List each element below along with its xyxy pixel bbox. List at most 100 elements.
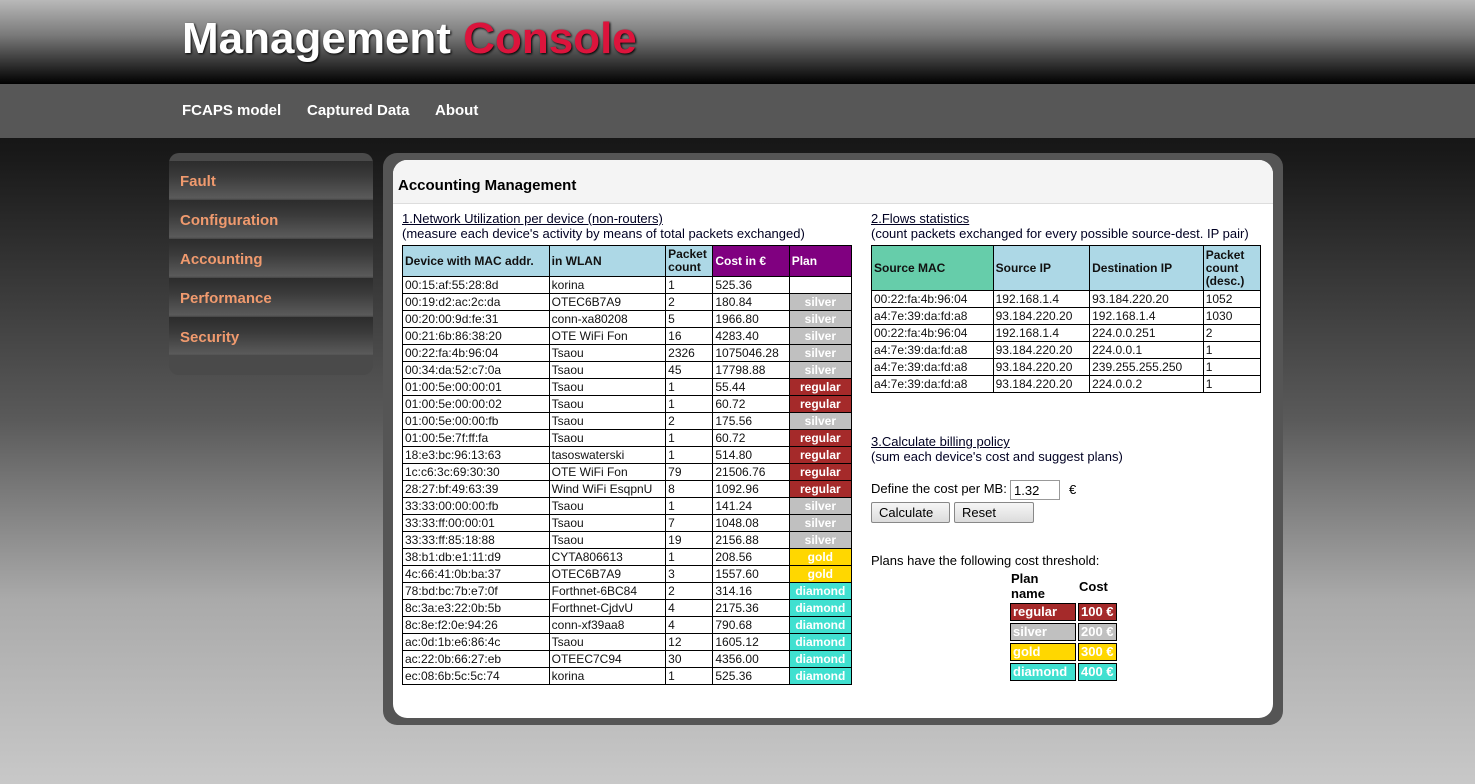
- flows-title: 2.Flows statistics: [871, 211, 970, 226]
- flows-description: (count packets exchanged for every possi…: [871, 226, 1249, 241]
- device-mac-cell: 01:00:5e:00:00:fb: [402, 412, 550, 430]
- source-ip-cell: 192.168.1.4: [992, 324, 1091, 342]
- cost-cell: 60.72: [712, 429, 790, 447]
- cost-cell: 790.68: [712, 616, 790, 634]
- device-mac-cell: 00:21:6b:86:38:20: [402, 327, 550, 345]
- sidebar-item-security[interactable]: Security: [169, 317, 373, 355]
- cost-cell: 525.36: [712, 276, 790, 294]
- nav-fcaps-model[interactable]: FCAPS model: [182, 102, 281, 119]
- site-title-main: Management: [182, 14, 451, 63]
- reset-button[interactable]: Reset: [954, 502, 1034, 523]
- packet-count-cell: 1: [665, 395, 714, 413]
- col-header-plan: Plan: [788, 245, 853, 277]
- wlan-cell: Tsaou: [548, 514, 667, 532]
- table-row: ec:08:6b:5c:5c:74 korina 1 525.36 diamond: [402, 667, 853, 685]
- table-row: a4:7e:39:da:fd:a8 93.184.220.20 224.0.0.2 1: [871, 375, 1262, 393]
- wlan-cell: korina: [548, 276, 667, 294]
- col-header-flow-packet-count: Packet count (desc.): [1202, 245, 1262, 291]
- wlan-cell: tasoswaterski: [548, 446, 667, 464]
- cost-cell: 141.24: [712, 497, 790, 515]
- cost-cell: 21506.76: [712, 463, 790, 481]
- device-mac-cell: 38:b1:db:e1:11:d9: [402, 548, 550, 566]
- sidebar-item-performance[interactable]: Performance: [169, 278, 373, 316]
- plan-cell: silver: [788, 344, 853, 362]
- cost-per-mb-input[interactable]: [1010, 480, 1060, 500]
- device-mac-cell: 78:bd:bc:7b:e7:0f: [402, 582, 550, 600]
- table-row: ac:22:0b:66:27:eb OTEEC7C94 30 4356.00 diamo…: [402, 650, 853, 668]
- cost-cell: 60.72: [712, 395, 790, 413]
- table-row: 00:20:00:9d:fe:31 conn-xa80208 5 1966.80 sil…: [402, 310, 853, 328]
- sidebar-item-label: Configuration: [180, 212, 279, 229]
- table-row: 33:33:ff:85:18:88 Tsaou 19 2156.88 silver: [402, 531, 853, 549]
- plan-row: gold 300 €: [1010, 643, 1117, 661]
- wlan-cell: Forthnet-CjdvU: [548, 599, 667, 617]
- plan-cost-cell: 200 €: [1078, 623, 1117, 641]
- source-mac-cell: a4:7e:39:da:fd:a8: [871, 341, 994, 359]
- device-mac-cell: 33:33:ff:85:18:88: [402, 531, 550, 549]
- wlan-cell: Tsaou: [548, 531, 667, 549]
- col-header-packet-count: Packet count: [665, 245, 714, 277]
- device-mac-cell: 28:27:bf:49:63:39: [402, 480, 550, 498]
- plan-cell: silver: [788, 514, 853, 532]
- table-row: 33:33:ff:00:00:01 Tsaou 7 1048.08 silver: [402, 514, 853, 532]
- cost-cell: 180.84: [712, 293, 790, 311]
- source-mac-cell: a4:7e:39:da:fd:a8: [871, 358, 994, 376]
- wlan-cell: Tsaou: [548, 344, 667, 362]
- plan-row: silver 200 €: [1010, 623, 1117, 641]
- calculate-button[interactable]: Calculate: [871, 502, 950, 523]
- packet-count-cell: 3: [665, 565, 714, 583]
- table-row: 00:34:da:52:c7:0a Tsaou 45 17798.88 silver: [402, 361, 853, 379]
- page-title: Accounting Management: [398, 177, 577, 194]
- plan-cell: regular: [788, 395, 853, 413]
- sidebar-item-label: Accounting: [180, 251, 263, 268]
- table-row: 00:21:6b:86:38:20 OTE WiFi Fon 16 4283.40 si…: [402, 327, 853, 345]
- device-mac-cell: 01:00:5e:7f:ff:fa: [402, 429, 550, 447]
- plan-cost-cell: 400 €: [1078, 663, 1117, 681]
- nav-about[interactable]: About: [435, 102, 478, 119]
- device-mac-cell: 18:e3:bc:96:13:63: [402, 446, 550, 464]
- wlan-cell: korina: [548, 667, 667, 685]
- table-row: 00:22:fa:4b:96:04 192.168.1.4 93.184.220.2…: [871, 290, 1262, 308]
- wlan-cell: Tsaou: [548, 378, 667, 396]
- packet-count-cell: 1: [665, 429, 714, 447]
- sidebar-item-configuration[interactable]: Configuration: [169, 200, 373, 238]
- wlan-cell: OTE WiFi Fon: [548, 327, 667, 345]
- cost-cell: 1048.08: [712, 514, 790, 532]
- source-mac-cell: 00:22:fa:4b:96:04: [871, 324, 994, 342]
- cost-cell: 514.80: [712, 446, 790, 464]
- table-row: 00:22:fa:4b:96:04 192.168.1.4 224.0.0.251 2: [871, 324, 1262, 342]
- wlan-cell: Tsaou: [548, 361, 667, 379]
- table-row: 33:33:00:00:00:fb Tsaou 1 141.24 silver: [402, 497, 853, 515]
- table-row: 38:b1:db:e1:11:d9 CYTA806613 1 208.56 gold: [402, 548, 853, 566]
- sidebar-item-label: Security: [180, 329, 240, 346]
- packet-count-cell: 1: [665, 446, 714, 464]
- packet-count-cell: 4: [665, 599, 714, 617]
- plan-cell: silver: [788, 361, 853, 379]
- sidebar-item-accounting[interactable]: Accounting: [169, 239, 373, 277]
- plan-cell: gold: [788, 548, 853, 566]
- wlan-cell: Tsaou: [548, 395, 667, 413]
- table-row: 00:19:d2:ac:2c:da OTEC6B7A9 2 180.84 silver: [402, 293, 853, 311]
- packet-count-cell: 5: [665, 310, 714, 328]
- plan-cell: silver: [788, 327, 853, 345]
- cost-cell: 4356.00: [712, 650, 790, 668]
- flow-packet-count-cell: 1: [1202, 375, 1262, 393]
- plan-name-cell: gold: [1010, 643, 1076, 661]
- destination-ip-cell: 224.0.0.2: [1089, 375, 1204, 393]
- device-mac-cell: 33:33:00:00:00:fb: [402, 497, 550, 515]
- destination-ip-cell: 224.0.0.1: [1089, 341, 1204, 359]
- source-ip-cell: 93.184.220.20: [992, 375, 1091, 393]
- device-mac-cell: ec:08:6b:5c:5c:74: [402, 667, 550, 685]
- packet-count-cell: 1: [665, 276, 714, 294]
- sidebar-item-fault[interactable]: Fault: [169, 161, 373, 199]
- sidebar: Fault Configuration Accounting Performan…: [169, 153, 373, 375]
- utilization-description: (measure each device's activity by means…: [402, 226, 805, 241]
- device-mac-cell: 00:19:d2:ac:2c:da: [402, 293, 550, 311]
- col-header-destination-ip: Destination IP: [1089, 245, 1204, 291]
- plan-cell: silver: [788, 293, 853, 311]
- table-row: a4:7e:39:da:fd:a8 93.184.220.20 192.168.1.…: [871, 307, 1262, 325]
- source-mac-cell: 00:22:fa:4b:96:04: [871, 290, 994, 308]
- plan-cell: diamond: [788, 650, 853, 668]
- nav-captured-data[interactable]: Captured Data: [307, 102, 410, 119]
- cost-cell: 2175.36: [712, 599, 790, 617]
